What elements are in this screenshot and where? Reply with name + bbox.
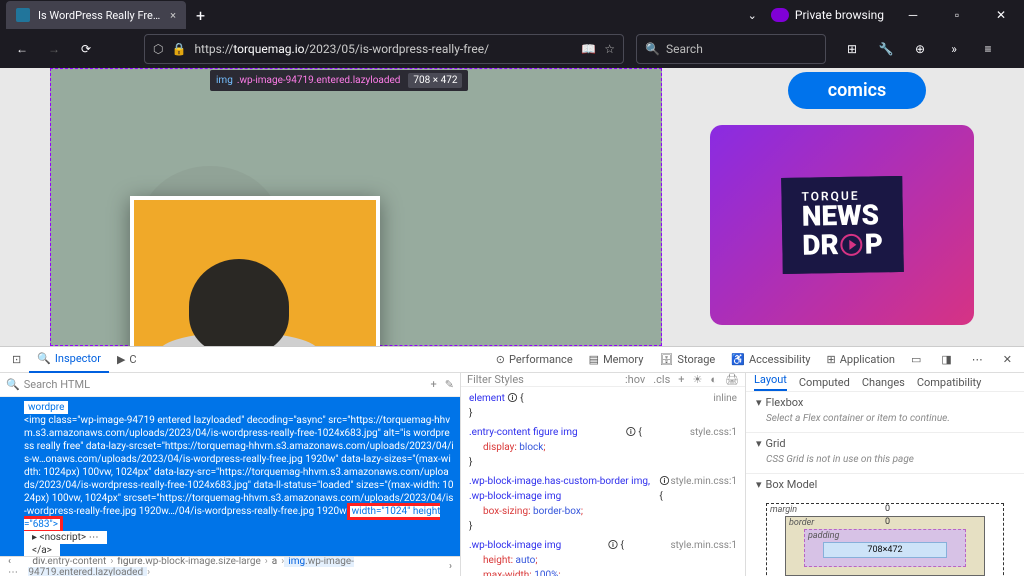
infobar-classes: .wp-image-94719.entered.lazyloaded [237, 75, 401, 86]
devtools-panel: ⊡ 🔍Inspector ▶C ⊙Performance ▤Memory 🗄St… [0, 346, 1024, 576]
layout-tab-compatibility[interactable]: Compatibility [917, 376, 982, 389]
tab-inspector[interactable]: 🔍Inspector [29, 347, 109, 373]
tab-accessibility[interactable]: ♿Accessibility [723, 347, 818, 373]
box-model-diagram[interactable]: margin0 border0 padding 708×472 [746, 495, 1024, 576]
menu-button[interactable]: ≡ [974, 35, 1002, 63]
search-placeholder: Search [666, 42, 703, 56]
html-close-a: </a> [24, 544, 60, 556]
favicon-icon [16, 8, 30, 22]
play-icon [840, 233, 862, 255]
search-icon: 🔍 [6, 378, 20, 391]
inspected-image-region[interactable]: img .wp-image-94719.entered.lazyloaded 70… [50, 68, 662, 346]
add-node-button[interactable]: + [431, 378, 437, 391]
private-browsing-badge: Private browsing [771, 8, 884, 22]
search-bar[interactable]: 🔍 Search [636, 34, 826, 64]
browser-tab[interactable]: Is WordPress Really Free? The Costs × [6, 1, 186, 29]
breadcrumb-item[interactable]: figure.wp-block-image.size-large [113, 556, 264, 567]
responsive-mode-button[interactable]: ▭ [903, 347, 929, 373]
styles-panel: Filter Styles :hov .cls + ☀ ◐ 🖨 element … [461, 373, 746, 576]
chevron-down-icon[interactable]: ⌄ [748, 9, 757, 22]
box-model-content: 708×472 [823, 542, 947, 558]
tab-application[interactable]: ⊞Application [819, 347, 903, 373]
dock-button[interactable]: ◨ [933, 347, 959, 373]
grid-header[interactable]: ▾ Grid [756, 437, 1014, 450]
print-button[interactable]: 🖨 [725, 373, 739, 386]
inspect-element-button[interactable]: ⊡ [4, 347, 29, 373]
html-tree[interactable]: wordpre <img class="wp-image-94719 enter… [0, 397, 460, 556]
news-drop-card[interactable]: TORQUE NEWS DR P [710, 125, 974, 325]
tab-title: Is WordPress Really Free? The Costs [38, 9, 162, 22]
crumb-next[interactable]: › [445, 561, 456, 572]
html-search-bar: 🔍 Search HTML + ✎ [0, 373, 460, 397]
page-viewport: img .wp-image-94719.entered.lazyloaded 70… [0, 68, 1024, 346]
forward-button[interactable]: → [40, 35, 68, 63]
private-label: Private browsing [795, 8, 884, 22]
sidebar-column: comics TORQUE NEWS DR P [662, 68, 1024, 346]
eyedropper-button[interactable]: ✎ [445, 378, 454, 391]
devtools-menu-button[interactable]: ⋯ [964, 347, 991, 373]
close-tab-icon[interactable]: × [170, 9, 176, 22]
comics-button[interactable]: comics [788, 72, 927, 109]
search-html-input[interactable]: Search HTML [24, 378, 90, 391]
layout-panel: Layout Computed Changes Compatibility ▾ Fle… [746, 373, 1024, 576]
html-panel: 🔍 Search HTML + ✎ wordpre <img class="wp… [0, 373, 461, 576]
image-preview-tooltip [130, 196, 380, 346]
close-window-button[interactable]: ✕ [986, 1, 1016, 29]
minimize-button[interactable]: ─ [898, 1, 928, 29]
back-button[interactable]: ← [8, 35, 36, 63]
browser-titlebar: Is WordPress Really Free? The Costs × + … [0, 0, 1024, 30]
layout-tabs: Layout Computed Changes Compatibility [746, 373, 1024, 392]
url-text: https://torquemag.io/2023/05/is-wordpres… [194, 42, 573, 56]
css-rules[interactable]: element 🛈 {inline} .entry-content figure… [461, 387, 745, 576]
grid-body: CSS Grid is not in use on this page [756, 450, 1014, 469]
cls-button[interactable]: .cls [653, 373, 670, 386]
infobar-dimensions: 708 × 472 [408, 73, 462, 88]
layout-tab-computed[interactable]: Computed [799, 376, 850, 389]
infobar-tag: img [216, 75, 233, 86]
tab-performance[interactable]: ⊙Performance [488, 347, 581, 373]
shield-icon[interactable]: ⬡ [153, 42, 163, 56]
html-noscript: ▸ <noscript> ⋯ [24, 531, 107, 544]
breadcrumb-item[interactable]: div.entry-content [28, 556, 110, 567]
reader-icon[interactable]: 📖 [581, 42, 596, 56]
mask-icon [771, 8, 789, 22]
tab-console[interactable]: ▶C [109, 347, 145, 373]
boxmodel-header[interactable]: ▾ Box Model [756, 478, 1014, 491]
inspector-infobar: img .wp-image-94719.entered.lazyloaded 70… [210, 70, 468, 91]
breadcrumbs: ‹ ⋯ div.entry-content › figure.wp-block-im… [0, 556, 460, 576]
new-tab-button[interactable]: + [186, 6, 215, 25]
flexbox-body: Select a Flex container or item to conti… [756, 409, 1014, 428]
layout-tab-layout[interactable]: Layout [754, 373, 787, 391]
hov-button[interactable]: :hov [625, 373, 645, 386]
overflow-button[interactable]: » [940, 35, 968, 63]
news-line1: NEWS [801, 202, 882, 229]
tab-storage[interactable]: 🗄Storage [651, 347, 723, 373]
lock-icon[interactable]: 🔒 [171, 42, 186, 56]
tab-memory[interactable]: ▤Memory [581, 347, 652, 373]
devtools-close-button[interactable]: ✕ [995, 347, 1020, 373]
new-rule-button[interactable]: + [678, 373, 684, 386]
addon-button[interactable]: ⊕ [906, 35, 934, 63]
html-selected-node: <img class="wp-image-94719 entered lazyl… [24, 415, 454, 517]
filter-styles-input[interactable]: Filter Styles [467, 373, 524, 386]
address-bar[interactable]: ⬡ 🔒 https://torquemag.io/2023/05/is-word… [144, 34, 624, 64]
bookmark-icon[interactable]: ☆ [604, 42, 615, 56]
html-preceding: wordpre [24, 401, 68, 414]
crumb-prev[interactable]: ‹ ⋯ [4, 556, 26, 576]
devtools-button[interactable]: 🔧 [872, 35, 900, 63]
search-icon: 🔍 [645, 42, 660, 56]
breadcrumb-item[interactable]: a [268, 556, 281, 567]
layout-tab-changes[interactable]: Changes [862, 376, 905, 389]
reload-button[interactable]: ⟳ [72, 35, 100, 63]
light-button[interactable]: ☀ [693, 373, 703, 386]
contrast-button[interactable]: ◐ [710, 373, 717, 386]
extensions-button[interactable]: ⊞ [838, 35, 866, 63]
flexbox-header[interactable]: ▾ Flexbox [756, 396, 1014, 409]
browser-navbar: ← → ⟳ ⬡ 🔒 https://torquemag.io/2023/05/i… [0, 30, 1024, 68]
maximize-button[interactable]: ▫ [942, 1, 972, 29]
devtools-tabs: ⊡ 🔍Inspector ▶C ⊙Performance ▤Memory 🗄St… [0, 347, 1024, 373]
news-line2: DR P [802, 227, 883, 261]
